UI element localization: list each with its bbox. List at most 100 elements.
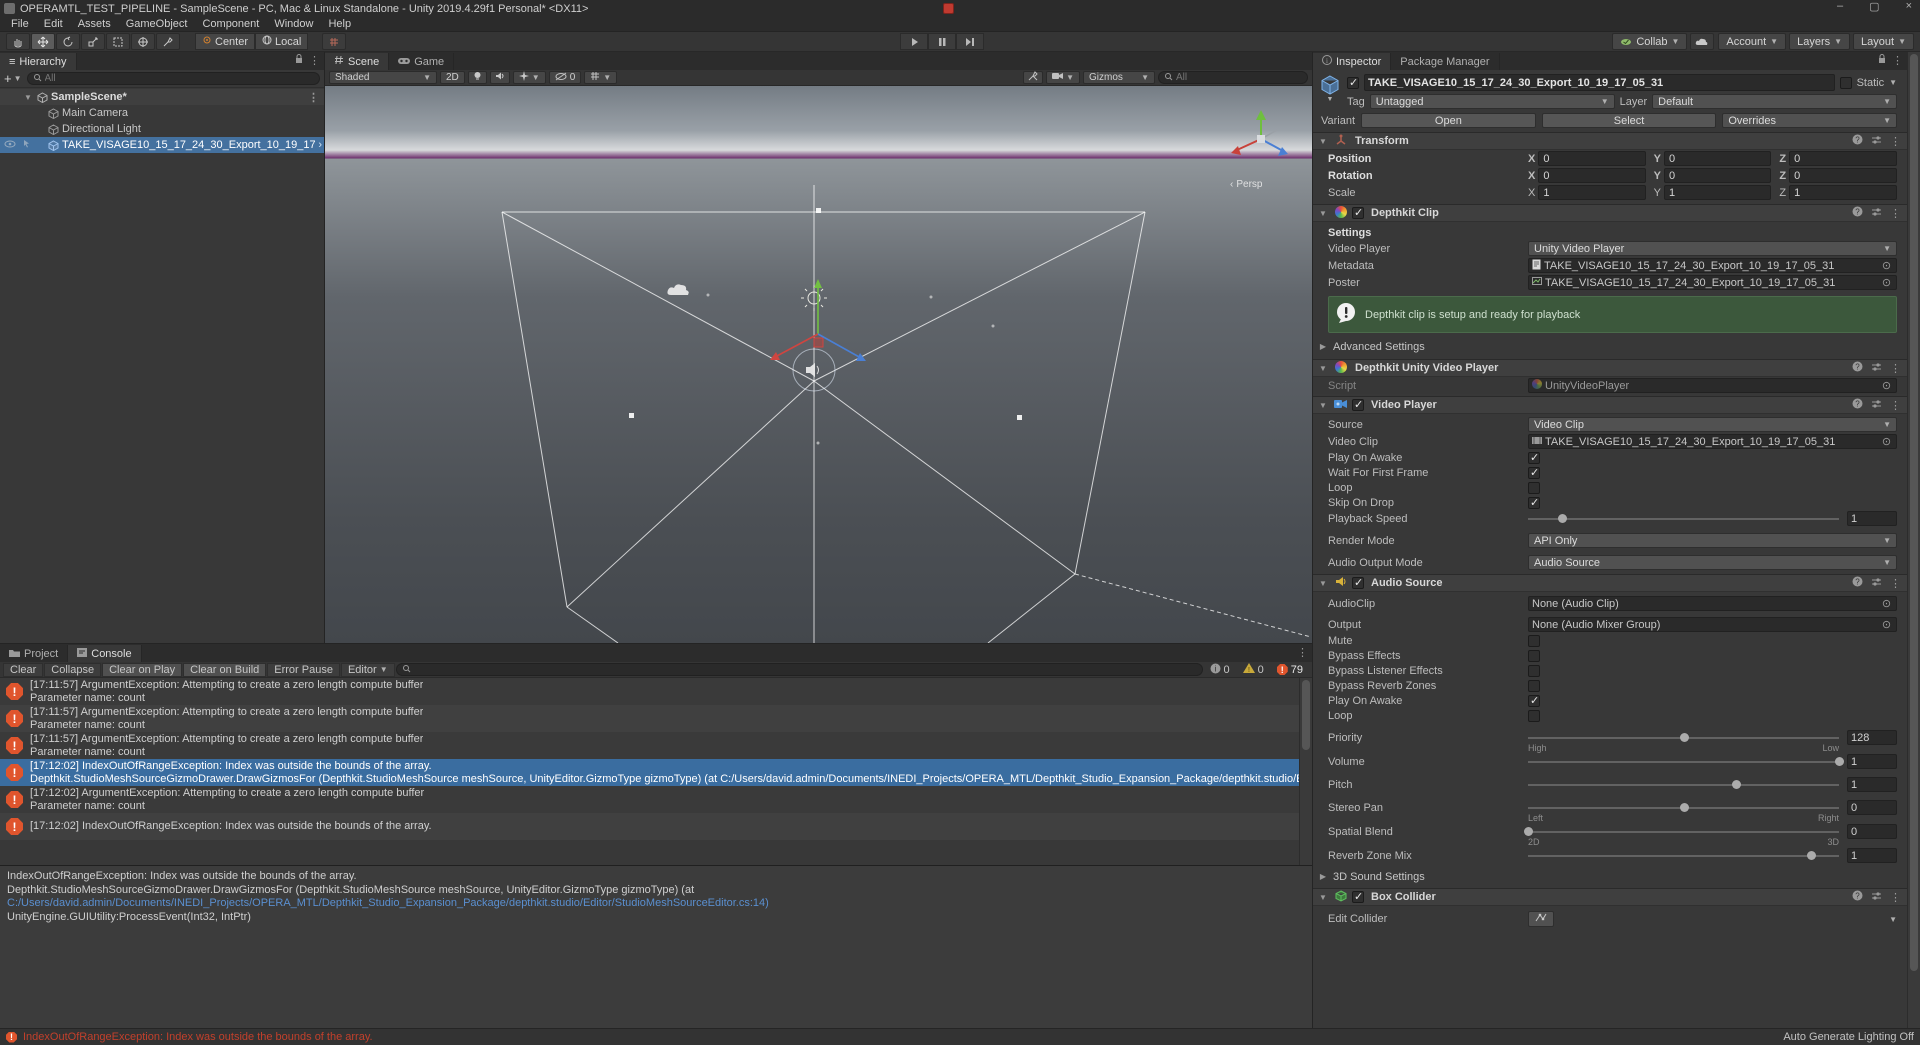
warning-count-badge[interactable]: ! 0 (1237, 663, 1270, 676)
grid-visibility-dropdown[interactable]: ▼ (584, 71, 617, 84)
presets-icon[interactable] (1869, 135, 1884, 148)
pivot-local-button[interactable]: Local (255, 33, 308, 50)
menu-file[interactable]: File (4, 18, 36, 30)
help-icon[interactable]: ? (1850, 134, 1865, 148)
scene-tools-button[interactable] (1023, 71, 1043, 84)
rotate-tool-button[interactable] (56, 33, 80, 50)
playback-speed-slider[interactable] (1528, 511, 1839, 526)
menu-help[interactable]: Help (321, 18, 358, 30)
clear-on-play-button[interactable]: Clear on Play (102, 663, 182, 677)
minimize-button[interactable]: – (1837, 0, 1843, 13)
position-x-field[interactable]: 0 (1538, 151, 1645, 166)
pitch-slider[interactable] (1528, 777, 1839, 792)
account-button[interactable]: Account▼ (1718, 33, 1786, 50)
video-player-dropdown[interactable]: Unity Video Player▼ (1528, 241, 1897, 256)
loop-checkbox[interactable] (1528, 710, 1540, 722)
tab-console[interactable]: Console (68, 645, 141, 662)
scene-search[interactable] (1158, 71, 1308, 84)
clear-button[interactable]: Clear (3, 663, 43, 677)
hidden-objects-button[interactable]: 0 (549, 71, 582, 84)
close-button[interactable]: × (1906, 0, 1912, 13)
grid-snap-button[interactable] (322, 33, 346, 50)
hierarchy-search[interactable] (27, 72, 320, 85)
scene-viewport[interactable]: ‹ Persp (325, 86, 1312, 643)
lock-icon[interactable] (295, 54, 303, 67)
status-bar[interactable]: ! IndexOutOfRangeException: Index was ou… (0, 1028, 1920, 1045)
output-object-field[interactable]: None (Audio Mixer Group)⊙ (1528, 617, 1897, 632)
kebab-menu-icon[interactable]: ⋮ (1297, 646, 1308, 659)
console-scrollbar[interactable] (1299, 678, 1312, 865)
bypass-effects-checkbox[interactable] (1528, 650, 1540, 662)
error-pause-button[interactable]: Error Pause (267, 663, 340, 677)
play-on-awake-checkbox[interactable] (1528, 695, 1540, 707)
shading-mode-dropdown[interactable]: Shaded▼ (329, 71, 437, 84)
object-picker-icon[interactable]: ⊙ (1880, 618, 1893, 631)
hierarchy-search-input[interactable] (45, 73, 314, 84)
info-count-badge[interactable]: i 0 (1204, 663, 1236, 677)
kebab-menu-icon[interactable]: ⋮ (1888, 362, 1903, 375)
metadata-object-field[interactable]: TAKE_VISAGE10_15_17_24_30_Export_10_19_1… (1528, 258, 1897, 273)
spatial-blend-slider[interactable]: 2D 3D (1528, 824, 1839, 839)
playback-speed-field[interactable]: 1 (1847, 511, 1897, 526)
layer-dropdown[interactable]: Default▼ (1652, 94, 1897, 109)
kebab-menu-icon[interactable]: ⋮ (309, 54, 320, 67)
presets-icon[interactable] (1869, 399, 1884, 412)
rotation-x-field[interactable]: 0 (1538, 168, 1645, 183)
menu-edit[interactable]: Edit (37, 18, 70, 30)
hierarchy-scene-row[interactable]: ▼ SampleScene* ⋮ (0, 89, 324, 105)
gameobject-name-field[interactable]: TAKE_VISAGE10_15_17_24_30_Export_10_19_1… (1364, 74, 1835, 91)
foldout-icon[interactable]: ▼ (1317, 209, 1329, 218)
play-on-awake-checkbox[interactable] (1528, 452, 1540, 464)
priority-slider[interactable]: High Low (1528, 730, 1839, 745)
volume-slider[interactable] (1528, 754, 1839, 769)
persp-label[interactable]: ‹ Persp (1230, 179, 1262, 190)
tab-hierarchy[interactable]: ≡ Hierarchy (0, 53, 77, 70)
foldout-icon[interactable]: ▼ (1317, 364, 1329, 373)
move-tool-button[interactable] (31, 33, 55, 50)
tab-inspector[interactable]: i Inspector (1313, 53, 1391, 70)
tab-project[interactable]: Project (0, 645, 68, 662)
static-checkbox[interactable] (1840, 77, 1852, 89)
step-button[interactable] (956, 33, 984, 50)
scale-y-field[interactable]: 1 (1664, 185, 1771, 200)
video-player-header[interactable]: ▼ Video Player ? ⋮ (1313, 396, 1907, 414)
position-y-field[interactable]: 0 (1664, 151, 1771, 166)
presets-icon[interactable] (1869, 891, 1884, 904)
video-clip-object-field[interactable]: TAKE_VISAGE10_15_17_24_30_Export_10_19_1… (1528, 434, 1897, 449)
custom-tool-button[interactable] (156, 33, 180, 50)
help-icon[interactable]: ? (1850, 206, 1865, 220)
advanced-settings-foldout[interactable]: ▶Advanced Settings (1313, 338, 1907, 355)
console-row[interactable]: ! [17:12:02] IndexOutOfRangeException: I… (0, 813, 1312, 840)
tab-scene[interactable]: Scene (325, 53, 389, 70)
rotation-z-field[interactable]: 0 (1789, 168, 1897, 183)
scene-lighting-button[interactable] (468, 71, 487, 84)
play-button[interactable] (900, 33, 928, 50)
component-enabled-checkbox[interactable] (1352, 207, 1364, 219)
scale-tool-button[interactable] (81, 33, 105, 50)
cloud-button[interactable] (1690, 33, 1714, 50)
scene-camera-dropdown[interactable]: ▼ (1046, 71, 1080, 84)
2d-toggle-button[interactable]: 2D (440, 71, 465, 84)
source-dropdown[interactable]: Video Clip▼ (1528, 417, 1897, 432)
prefab-overrides-dropdown[interactable]: Overrides▼ (1722, 113, 1897, 128)
auto-generate-lighting-label[interactable]: Auto Generate Lighting Off (1783, 1031, 1914, 1043)
pan-tool-button[interactable] (6, 33, 30, 50)
create-button[interactable]: +▼ (4, 71, 22, 86)
status-error-text[interactable]: IndexOutOfRangeException: Index was outs… (23, 1031, 373, 1043)
presets-icon[interactable] (1869, 362, 1884, 375)
edit-collider-button[interactable] (1528, 911, 1554, 927)
priority-field[interactable]: 128 (1847, 730, 1897, 745)
console-search[interactable] (396, 663, 1203, 676)
audioclip-object-field[interactable]: None (Audio Clip)⊙ (1528, 596, 1897, 611)
scale-x-field[interactable]: 1 (1538, 185, 1645, 200)
prefab-open-arrow-icon[interactable]: › (318, 139, 322, 151)
depthkit-player-header[interactable]: ▼ Depthkit Unity Video Player ? ⋮ (1313, 359, 1907, 377)
kebab-menu-icon[interactable]: ⋮ (1892, 54, 1903, 67)
help-icon[interactable]: ? (1850, 890, 1865, 904)
console-row[interactable]: ! [17:11:57] ArgumentException: Attempti… (0, 678, 1312, 705)
stack-file-link[interactable]: C:/Users/david.admin/Documents/INEDI_Pro… (7, 897, 1305, 911)
presets-icon[interactable] (1869, 577, 1884, 590)
object-picker-icon[interactable]: ⊙ (1880, 597, 1893, 610)
scene-effects-dropdown[interactable]: ▼ (513, 71, 546, 84)
tag-dropdown[interactable]: Untagged▼ (1370, 94, 1615, 109)
